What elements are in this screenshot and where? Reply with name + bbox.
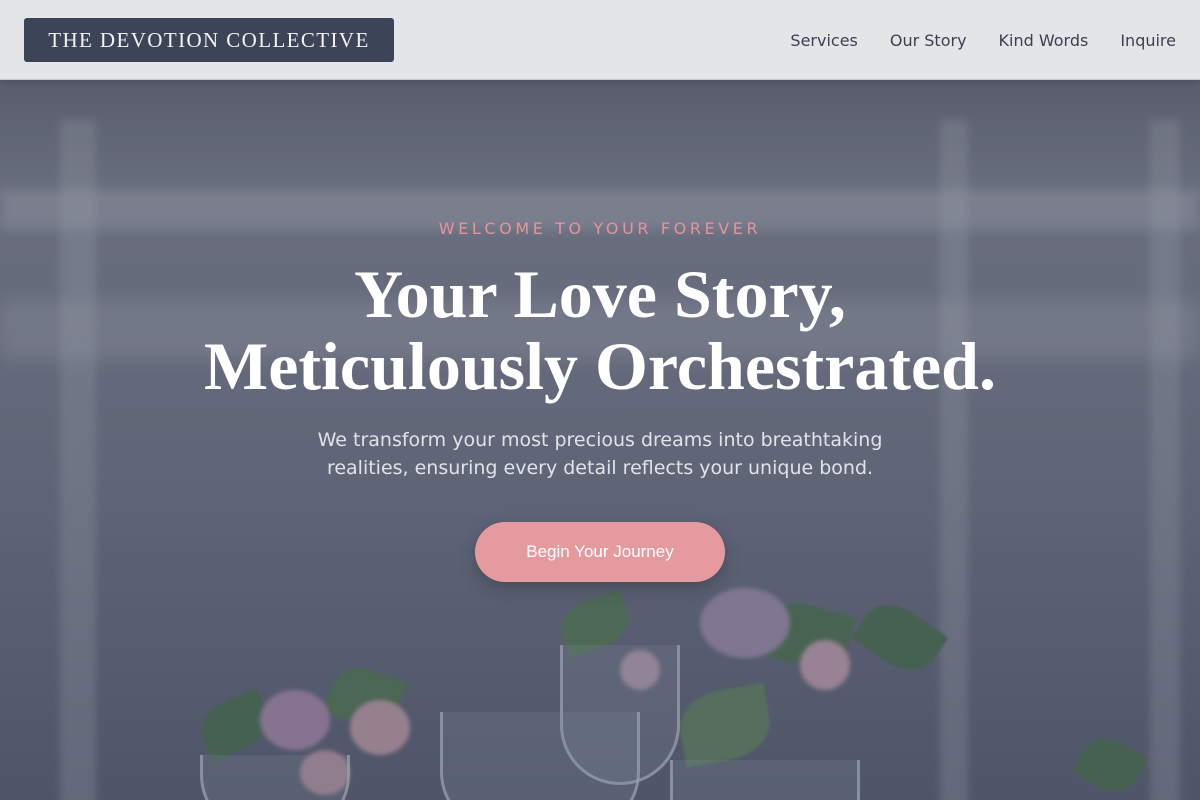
subtitle-line-1: We transform your most precious dreams i… — [317, 429, 883, 451]
hero-subtitle: We transform your most precious dreams i… — [290, 426, 910, 482]
hero-eyebrow: WELCOME TO YOUR FOREVER — [438, 219, 762, 238]
hero-content: WELCOME TO YOUR FOREVER Your Love Story,… — [0, 0, 1200, 800]
begin-journey-button[interactable]: Begin Your Journey — [475, 522, 725, 582]
subtitle-line-2: realities, ensuring every detail reflect… — [326, 457, 874, 479]
headline-line-1: Your Love Story, — [354, 256, 846, 332]
headline-line-2: Meticulously Orchestrated. — [204, 328, 996, 404]
hero-headline: Your Love Story, Meticulously Orchestrat… — [0, 258, 1200, 402]
